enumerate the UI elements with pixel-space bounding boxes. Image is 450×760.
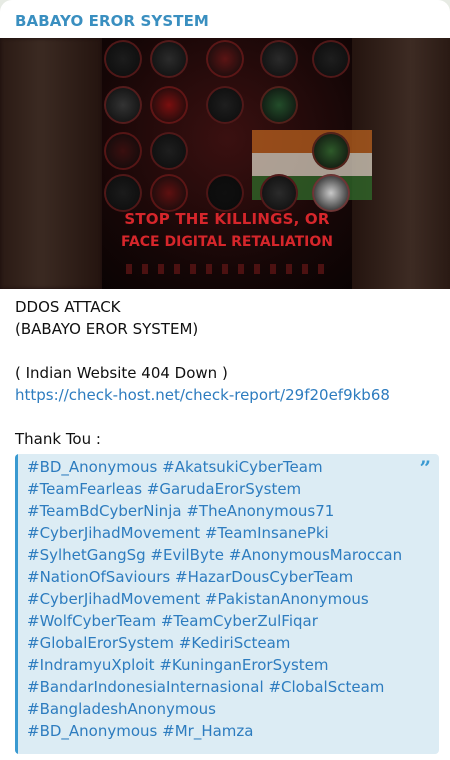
hashtag-line: #GlobalErorSystem #KediriScteam <box>27 632 417 654</box>
hashtag-line: #BandarIndonesiaInternasional #ClobalSct… <box>27 676 417 698</box>
hashtag-line: #TeamBdCyberNinja #TheAnonymous71 <box>27 500 417 522</box>
eagle-emblem <box>312 40 350 78</box>
hashtag-link[interactable]: #TeamInsanePki <box>205 524 329 542</box>
message-line-thanks: Thank Tou : <box>15 430 101 448</box>
message-line-status: ( Indian Website 404 Down ) <box>15 364 228 382</box>
flag-emblem <box>312 132 350 170</box>
message-bubble: BABAYO EROR SYSTEM STOP THE KILLINGS, OR… <box>0 0 450 760</box>
hashtag-quote-block: ” #BD_Anonymous #AkatsukiCyberTeam #TeamF… <box>15 454 439 754</box>
poster-headline-1: STOP THE KILLINGS, OR <box>124 210 330 228</box>
crest-emblem <box>206 40 244 78</box>
message-line-title: DDOS ATTACK <box>15 298 121 316</box>
hashtag-link[interactable]: #IndramyuXploit <box>27 656 155 674</box>
eagle-emblem <box>104 40 142 78</box>
hashtag-link[interactable]: #KediriScteam <box>179 634 291 652</box>
flag-emblem <box>260 86 298 124</box>
hashtag-link[interactable]: #CyberJihadMovement <box>27 524 200 542</box>
hashtag-link[interactable]: #TeamCyberZulFiqar <box>161 612 318 630</box>
hashtag-link[interactable]: #TeamFearleas <box>27 480 142 498</box>
hashtag-link[interactable]: #GlobalErorSystem <box>27 634 174 652</box>
hashtag-link[interactable]: #Mr_Hamza <box>162 722 253 740</box>
anonymous-emblem <box>104 174 142 212</box>
skull-emblem <box>150 86 188 124</box>
hashtag-link[interactable]: #ClobalScteam <box>268 678 384 696</box>
hashtag-link[interactable]: #GarudaErorSystem <box>147 480 301 498</box>
hashtag-link[interactable]: #WolfCyberTeam <box>27 612 156 630</box>
hashtag-line: #IndramyuXploit #KuninganErorSystem <box>27 654 417 676</box>
hashtag-line: #CyberJihadMovement #TeamInsanePki <box>27 522 417 544</box>
quote-icon: ” <box>419 456 431 480</box>
photo-blur-left <box>0 38 102 289</box>
mask-emblem <box>104 86 142 124</box>
hashtag-link[interactable]: #PakistanAnonymous <box>205 590 369 608</box>
hashtag-line: #WolfCyberTeam #TeamCyberZulFiqar <box>27 610 417 632</box>
hashtag-link[interactable]: #TeamBdCyberNinja <box>27 502 182 520</box>
mask-emblem <box>150 132 188 170</box>
message-text: DDOS ATTACK (BABAYO EROR SYSTEM) ( India… <box>15 296 435 450</box>
hashtag-link[interactable]: #EvilByte <box>150 546 224 564</box>
skull-emblem <box>150 40 188 78</box>
hashtag-link[interactable]: #HazarDousCyberTeam <box>175 568 353 586</box>
quote-accent-bar <box>15 454 18 754</box>
hashtag-link[interactable]: #TheAnonymous71 <box>186 502 334 520</box>
hashtag-line: #SylhetGangSg #EvilByte #AnonymousMarocc… <box>27 544 417 566</box>
hashtag-list: #BD_Anonymous #AkatsukiCyberTeam #TeamFea… <box>27 456 417 742</box>
hashtag-link[interactable]: #AkatsukiCyberTeam <box>162 458 322 476</box>
red-circle-emblem <box>104 132 142 170</box>
message-photo[interactable]: STOP THE KILLINGS, OR FACE DIGITAL RETAL… <box>0 38 450 289</box>
channel-name[interactable]: BABAYO EROR SYSTEM <box>15 12 209 30</box>
check-report-link[interactable]: https://check-host.net/check-report/29f2… <box>15 386 390 404</box>
poster-image: STOP THE KILLINGS, OR FACE DIGITAL RETAL… <box>102 38 372 289</box>
hashtag-link[interactable]: #CyberJihadMovement <box>27 590 200 608</box>
hashtag-line: #NationOfSaviours #HazarDousCyberTeam <box>27 566 417 588</box>
wolf-emblem <box>260 40 298 78</box>
hashtag-link[interactable]: #BandarIndonesiaInternasional <box>27 678 264 696</box>
hashtag-link[interactable]: #BD_Anonymous <box>27 458 157 476</box>
crest-emblem <box>206 86 244 124</box>
logo-emblem <box>206 174 244 212</box>
hashtag-line: #CyberJihadMovement #PakistanAnonymous <box>27 588 417 610</box>
poster-headline-2: FACE DIGITAL RETALIATION <box>120 234 334 250</box>
anonymous-emblem <box>260 174 298 212</box>
message-line-subtitle: (BABAYO EROR SYSTEM) <box>15 320 199 338</box>
hashtag-link[interactable]: #SylhetGangSg <box>27 546 146 564</box>
hashtag-line: #TeamFearleas #GarudaErorSystem <box>27 478 417 500</box>
hashtag-line: #BD_Anonymous #Mr_Hamza <box>27 720 417 742</box>
hashtag-link[interactable]: #BangladeshAnonymous <box>27 700 216 718</box>
hashtag-link[interactable]: #BD_Anonymous <box>27 722 157 740</box>
poster-footer-marks <box>126 264 326 274</box>
hashtag-line: #BD_Anonymous #AkatsukiCyberTeam <box>27 456 417 478</box>
hashtag-link[interactable]: #KuninganErorSystem <box>159 656 328 674</box>
hashtag-link[interactable]: #AnonymousMaroccan <box>229 546 402 564</box>
hashtag-line: #BangladeshAnonymous <box>27 698 417 720</box>
anonymous-emblem <box>312 174 350 212</box>
fire-emblem <box>150 174 188 212</box>
hashtag-link[interactable]: #NationOfSaviours <box>27 568 170 586</box>
